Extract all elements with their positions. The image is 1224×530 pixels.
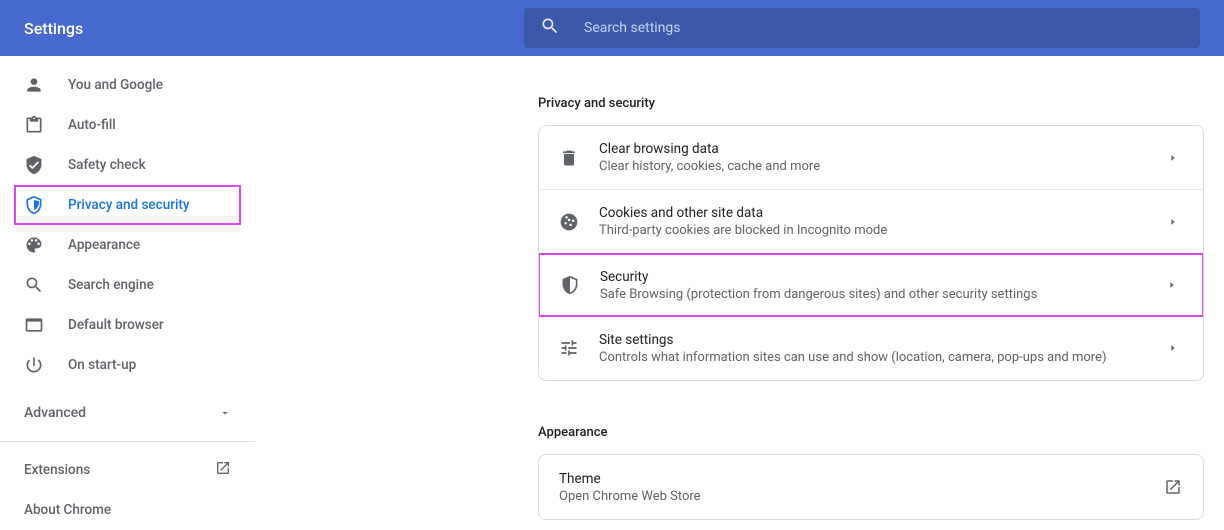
sidebar: You and Google Auto-fill Safety check Pr…	[0, 56, 256, 526]
sidebar-item-label: Safety check	[68, 157, 146, 173]
content-inner: Privacy and security Clear browsing data…	[538, 96, 1204, 520]
sidebar-item-label: You and Google	[68, 77, 163, 93]
chevron-right-icon	[1163, 343, 1183, 353]
section-title-appearance: Appearance	[538, 425, 1204, 440]
shield-icon	[24, 195, 44, 215]
row-text: Site settings Controls what information …	[599, 332, 1163, 365]
row-subtitle: Clear history, cookies, cache and more	[599, 159, 1163, 174]
shield-icon	[560, 275, 580, 295]
row-title: Clear browsing data	[599, 141, 1163, 157]
chevron-right-icon	[1163, 217, 1183, 227]
browser-icon	[24, 315, 44, 335]
chevron-down-icon	[219, 404, 231, 423]
shield-check-icon	[24, 155, 44, 175]
sidebar-item-label: Appearance	[68, 237, 140, 253]
app-header: Settings	[0, 0, 1224, 56]
row-text: Clear browsing data Clear history, cooki…	[599, 141, 1163, 174]
chevron-right-icon	[1162, 280, 1182, 290]
row-subtitle: Open Chrome Web Store	[559, 489, 1163, 504]
sidebar-item-about-chrome[interactable]: About Chrome	[0, 490, 255, 530]
row-text: Security Safe Browsing (protection from …	[600, 269, 1162, 302]
row-text: Cookies and other site data Third-party …	[599, 205, 1163, 238]
appearance-card: Theme Open Chrome Web Store	[538, 454, 1204, 520]
sidebar-item-label: Privacy and security	[68, 197, 190, 213]
power-icon	[24, 355, 44, 375]
external-link-icon	[215, 460, 231, 480]
row-title: Site settings	[599, 332, 1163, 348]
main-layout: You and Google Auto-fill Safety check Pr…	[0, 56, 1224, 526]
person-icon	[24, 75, 44, 95]
extensions-label: Extensions	[24, 462, 90, 478]
row-title: Security	[600, 269, 1162, 285]
sidebar-item-safety-check[interactable]: Safety check	[0, 145, 255, 185]
app-title: Settings	[24, 19, 524, 38]
sidebar-item-label: On start-up	[68, 357, 136, 373]
row-security[interactable]: Security Safe Browsing (protection from …	[538, 253, 1204, 317]
about-label: About Chrome	[24, 502, 111, 518]
cookie-icon	[559, 212, 579, 232]
chevron-right-icon	[1163, 153, 1183, 163]
row-clear-browsing-data[interactable]: Clear browsing data Clear history, cooki…	[539, 126, 1203, 190]
row-site-settings[interactable]: Site settings Controls what information …	[539, 316, 1203, 380]
sidebar-item-label: Search engine	[68, 277, 154, 293]
content-area: Privacy and security Clear browsing data…	[256, 56, 1224, 526]
sidebar-item-default-browser[interactable]: Default browser	[0, 305, 255, 345]
row-cookies[interactable]: Cookies and other site data Third-party …	[539, 190, 1203, 254]
external-link-icon	[1163, 478, 1183, 496]
row-subtitle: Third-party cookies are blocked in Incog…	[599, 223, 1163, 238]
sidebar-divider	[0, 441, 255, 442]
sidebar-advanced-toggle[interactable]: Advanced	[0, 393, 255, 433]
tune-icon	[559, 338, 579, 358]
sidebar-item-appearance[interactable]: Appearance	[0, 225, 255, 265]
row-title: Theme	[559, 471, 1163, 487]
sidebar-bottom: Extensions About Chrome	[0, 450, 255, 530]
sidebar-item-you-and-google[interactable]: You and Google	[0, 65, 255, 105]
row-subtitle: Controls what information sites can use …	[599, 350, 1163, 365]
sidebar-item-privacy-and-security[interactable]: Privacy and security	[14, 185, 241, 225]
search-icon	[24, 275, 44, 295]
palette-icon	[24, 235, 44, 255]
sidebar-item-extensions[interactable]: Extensions	[0, 450, 255, 490]
search-bar[interactable]	[524, 8, 1200, 48]
trash-icon	[559, 148, 579, 168]
sidebar-item-autofill[interactable]: Auto-fill	[0, 105, 255, 145]
sidebar-item-label: Auto-fill	[68, 117, 116, 133]
row-text: Theme Open Chrome Web Store	[559, 471, 1163, 504]
row-theme[interactable]: Theme Open Chrome Web Store	[539, 455, 1203, 519]
search-input[interactable]	[584, 20, 1184, 36]
sidebar-item-label: Default browser	[68, 317, 164, 333]
clipboard-icon	[24, 115, 44, 135]
sidebar-item-on-startup[interactable]: On start-up	[0, 345, 255, 385]
section-title-privacy: Privacy and security	[538, 96, 1204, 111]
privacy-card: Clear browsing data Clear history, cooki…	[538, 125, 1204, 381]
advanced-label: Advanced	[24, 405, 86, 421]
row-subtitle: Safe Browsing (protection from dangerous…	[600, 287, 1162, 302]
search-icon	[540, 16, 560, 40]
sidebar-item-search-engine[interactable]: Search engine	[0, 265, 255, 305]
row-title: Cookies and other site data	[599, 205, 1163, 221]
